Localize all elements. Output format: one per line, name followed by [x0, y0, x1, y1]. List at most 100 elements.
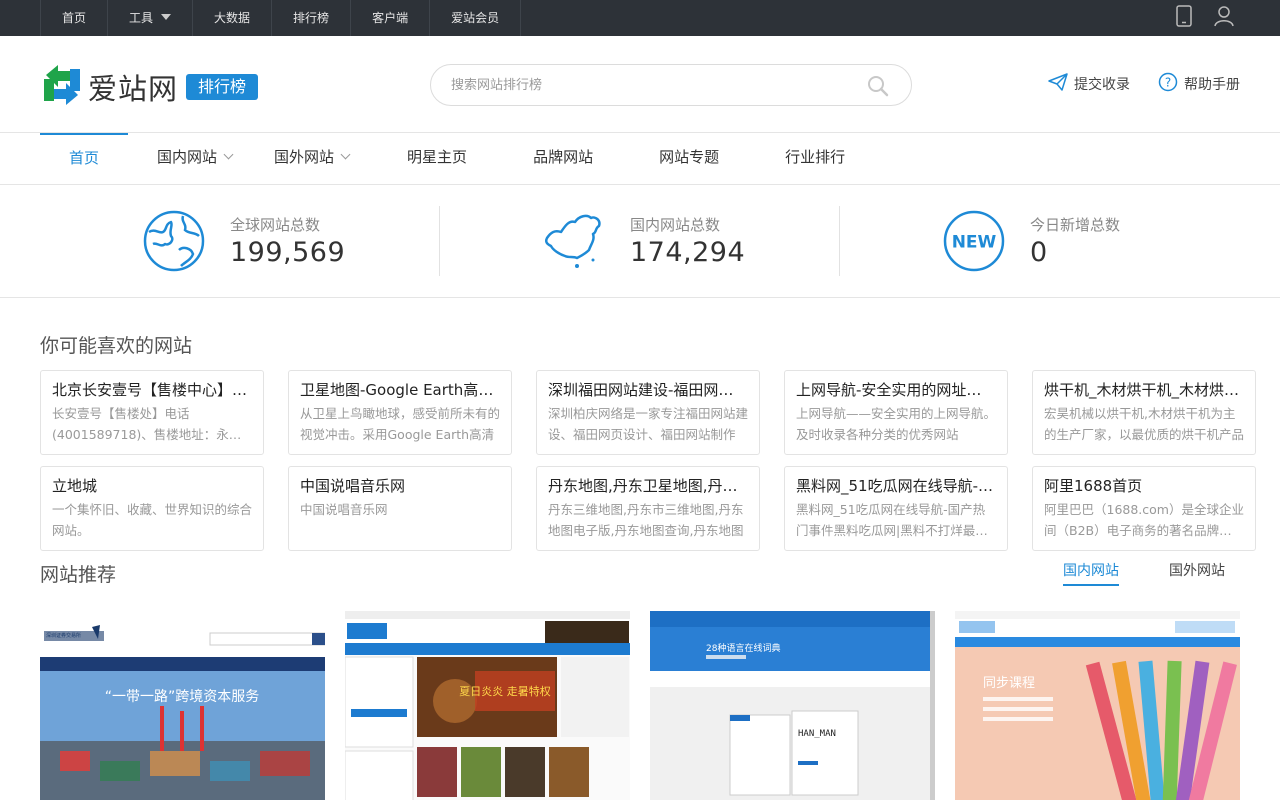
- nav-brand[interactable]: 品牌网站: [500, 133, 626, 184]
- help-label: 帮助手册: [1184, 77, 1240, 93]
- top-nav-tools-label: 工具: [129, 11, 154, 25]
- site-card-title: 中国说唱音乐网: [300, 477, 406, 495]
- nav-domestic-label: 国内网站: [157, 148, 218, 166]
- site-card-title: 立地城: [52, 477, 98, 495]
- mobile-icon[interactable]: [1176, 5, 1192, 31]
- thumb-game-banner: 夏日炎炎 走暑特权: [459, 684, 551, 698]
- top-nav-tools[interactable]: 工具: [108, 0, 194, 36]
- top-nav-client[interactable]: 客户端: [351, 0, 431, 36]
- top-nav-bigdata[interactable]: 大数据: [193, 0, 273, 36]
- site-card[interactable]: 立地城一个集怀旧、收藏、世界知识的综合网站。: [40, 466, 264, 551]
- site-thumbnail-game[interactable]: 夏日炎炎 走暑特权: [345, 611, 630, 800]
- top-nav-home[interactable]: 首页: [40, 0, 109, 36]
- nav-celebrity[interactable]: 明星主页: [365, 133, 500, 184]
- search-icon[interactable]: [867, 75, 889, 101]
- site-card-title: 烘干机_木材烘干机_木材烘干设备: [1044, 381, 1244, 399]
- thumbnail-row: 深圳证券交易所 “一带一路”跨境资本服务 夏日炎炎 走暑特权 28种语言在线词典…: [40, 611, 1240, 800]
- site-card-title: 卫星地图-Google Earth高清卫星地图: [300, 381, 500, 399]
- nav-domestic[interactable]: 国内网站: [128, 133, 248, 184]
- thumb-szse-banner: “一带一路”跨境资本服务: [105, 689, 260, 705]
- site-thumbnail-education[interactable]: 同步课程: [955, 611, 1240, 800]
- help-link[interactable]: ? 帮助手册: [1158, 72, 1240, 96]
- stat-today: NEW 今日新增总数 0: [840, 206, 1240, 276]
- search-input[interactable]: [431, 65, 851, 105]
- recommend-header: 网站推荐 国内网站 国外网站: [40, 560, 1240, 586]
- site-thumbnail-szse[interactable]: 深圳证券交易所 “一带一路”跨境资本服务: [40, 611, 325, 800]
- stat-today-value: 0: [1030, 237, 1048, 268]
- thumb-dictionary-hanman: HAN_MAN: [798, 729, 836, 739]
- site-card-title: 上网导航-安全实用的网址导航: [796, 381, 996, 399]
- top-nav-vip[interactable]: 爱站会员: [430, 0, 522, 36]
- nav-topics[interactable]: 网站专题: [626, 133, 752, 184]
- education-site-screenshot-icon: 同步课程: [955, 611, 1240, 800]
- search-box: [430, 64, 912, 106]
- thumb-dictionary-banner: 28种语言在线词典: [706, 642, 780, 654]
- stat-domestic-value: 174,294: [630, 237, 746, 268]
- new-badge-text: NEW: [952, 233, 997, 253]
- nav-foreign-label: 国外网站: [274, 148, 335, 166]
- dictionary-site-screenshot-icon: 28种语言在线词典 HAN_MAN: [650, 611, 935, 800]
- site-card[interactable]: 北京长安壹号【售楼中心】-长安壹号长安壹号【售楼处】电话(4001589718)…: [40, 370, 264, 455]
- paper-plane-icon: [1048, 73, 1068, 95]
- game-portal-screenshot-icon: 夏日炎炎 走暑特权: [345, 611, 630, 800]
- globe-icon: [143, 210, 205, 272]
- szse-screenshot-icon: 深圳证券交易所 “一带一路”跨境资本服务: [40, 611, 325, 800]
- site-card[interactable]: 黑料网_51吃瓜网在线导航-国产热门黑料网_51吃瓜网在线导航-国产热门事件黑料…: [784, 466, 1008, 551]
- tab-domestic[interactable]: 国内网站: [1063, 560, 1119, 586]
- site-card[interactable]: 上网导航-安全实用的网址导航上网导航——安全实用的上网导航。及时收录各种分类的优…: [784, 370, 1008, 455]
- site-card[interactable]: 中国说唱音乐网 中国说唱音乐网: [288, 466, 512, 551]
- user-icon[interactable]: [1214, 5, 1234, 31]
- nav-industry[interactable]: 行业排行: [752, 133, 878, 184]
- svg-text:?: ?: [1165, 76, 1171, 90]
- stat-global-value: 199,569: [230, 237, 346, 268]
- site-card-title: 北京长安壹号【售楼中心】-长安壹号: [52, 381, 252, 399]
- thumb-szse-logo: 深圳证券交易所: [46, 632, 81, 639]
- site-card-desc: 中国说唱音乐网: [300, 502, 388, 517]
- site-card-grid: 北京长安壹号【售楼中心】-长安壹号长安壹号【售楼处】电话(4001589718)…: [40, 370, 1256, 551]
- logo[interactable]: 爱站网 排行榜: [40, 63, 259, 111]
- logo-badge: 排行榜: [186, 74, 259, 100]
- chevron-down-icon: [223, 149, 234, 160]
- site-card-desc: 阿里巴巴（1688.com）是全球企业间（B2B）电子商务的著名品牌，为: [1044, 502, 1244, 538]
- top-nav: 首页 工具 大数据 排行榜 客户端 爱站会员: [40, 0, 522, 36]
- site-card-desc: 一个集怀旧、收藏、世界知识的综合网站。: [52, 502, 252, 538]
- stat-global-label: 全球网站总数: [230, 216, 321, 234]
- question-icon: ?: [1158, 72, 1178, 96]
- tab-foreign[interactable]: 国外网站: [1169, 560, 1225, 586]
- site-card[interactable]: 丹东地图,丹东卫星地图,丹东三维地图丹东三维地图,丹东市三维地图,丹东地图电子版…: [536, 466, 760, 551]
- site-card-desc: 长安壹号【售楼处】电话(4001589718)、售楼地址：永定路: [52, 406, 242, 442]
- nav-home[interactable]: 首页: [40, 133, 129, 184]
- nav-foreign[interactable]: 国外网站: [248, 133, 365, 184]
- main-nav: 首页 国内网站 国外网站 明星主页 品牌网站 网站专题 行业排行: [0, 133, 1280, 185]
- header: 爱站网 排行榜 提交收录 ? 帮助手册: [0, 36, 1280, 133]
- stat-global: 全球网站总数 199,569: [40, 206, 440, 276]
- site-card-title: 深圳福田网站建设-福田网站设计: [548, 381, 748, 399]
- site-card-desc: 深圳柏庆网络是一家专注福田网站建设、福田网页设计、福田网站制作: [548, 406, 748, 442]
- top-nav-ranking[interactable]: 排行榜: [272, 0, 352, 36]
- logo-icon: [40, 63, 84, 111]
- site-card[interactable]: 阿里1688首页 阿里巴巴（1688.com）是全球企业间（B2B）电子商务的著名…: [1032, 466, 1256, 551]
- caret-down-icon: [161, 14, 172, 20]
- logo-text: 爱站网: [88, 72, 179, 106]
- thumb-education-banner: 同步课程: [983, 676, 1035, 691]
- site-card[interactable]: 卫星地图-Google Earth高清卫星地图从卫星上鸟瞰地球，感受前所未有的视…: [288, 370, 512, 455]
- stat-domestic: 国内网站总数 174,294: [440, 206, 840, 276]
- new-badge-icon: NEW: [943, 210, 1005, 272]
- site-card[interactable]: 烘干机_木材烘干机_木材烘干设备宏昊机械以烘干机,木材烘干机为主的生产厂家，以最…: [1032, 370, 1256, 455]
- section-title-recommend: 网站推荐: [40, 563, 117, 586]
- site-card[interactable]: 深圳福田网站建设-福田网站设计深圳柏庆网络是一家专注福田网站建设、福田网页设计、…: [536, 370, 760, 455]
- section-title-like: 你可能喜欢的网站: [40, 335, 193, 357]
- top-bar: 首页 工具 大数据 排行榜 客户端 爱站会员: [0, 0, 1280, 36]
- site-thumbnail-dictionary[interactable]: 28种语言在线词典 HAN_MAN: [650, 611, 935, 800]
- site-card-title: 丹东地图,丹东卫星地图,丹东三维地图: [548, 477, 748, 495]
- site-card-desc: 丹东三维地图,丹东市三维地图,丹东地图电子版,丹东地图查询,丹东地图: [548, 502, 744, 538]
- stat-domestic-label: 国内网站总数: [630, 216, 721, 234]
- site-card-desc: 黑料网_51吃瓜网在线导航-国产热门事件黑料吃瓜网|黑料不打烊最新地址: [796, 502, 988, 538]
- site-card-desc: 从卫星上鸟瞰地球，感受前所未有的视觉冲击。采用Google Earth高清: [300, 406, 500, 442]
- site-card-title: 黑料网_51吃瓜网在线导航-国产热门: [796, 477, 996, 495]
- submit-label: 提交收录: [1074, 77, 1130, 93]
- stats-bar: 全球网站总数 199,569 国内网站总数 174,294 NEW 今日新增总数…: [0, 185, 1280, 298]
- submit-link[interactable]: 提交收录: [1048, 72, 1130, 96]
- site-card-desc: 上网导航——安全实用的上网导航。及时收录各种分类的优秀网站: [796, 406, 996, 442]
- china-map-icon: [543, 210, 605, 272]
